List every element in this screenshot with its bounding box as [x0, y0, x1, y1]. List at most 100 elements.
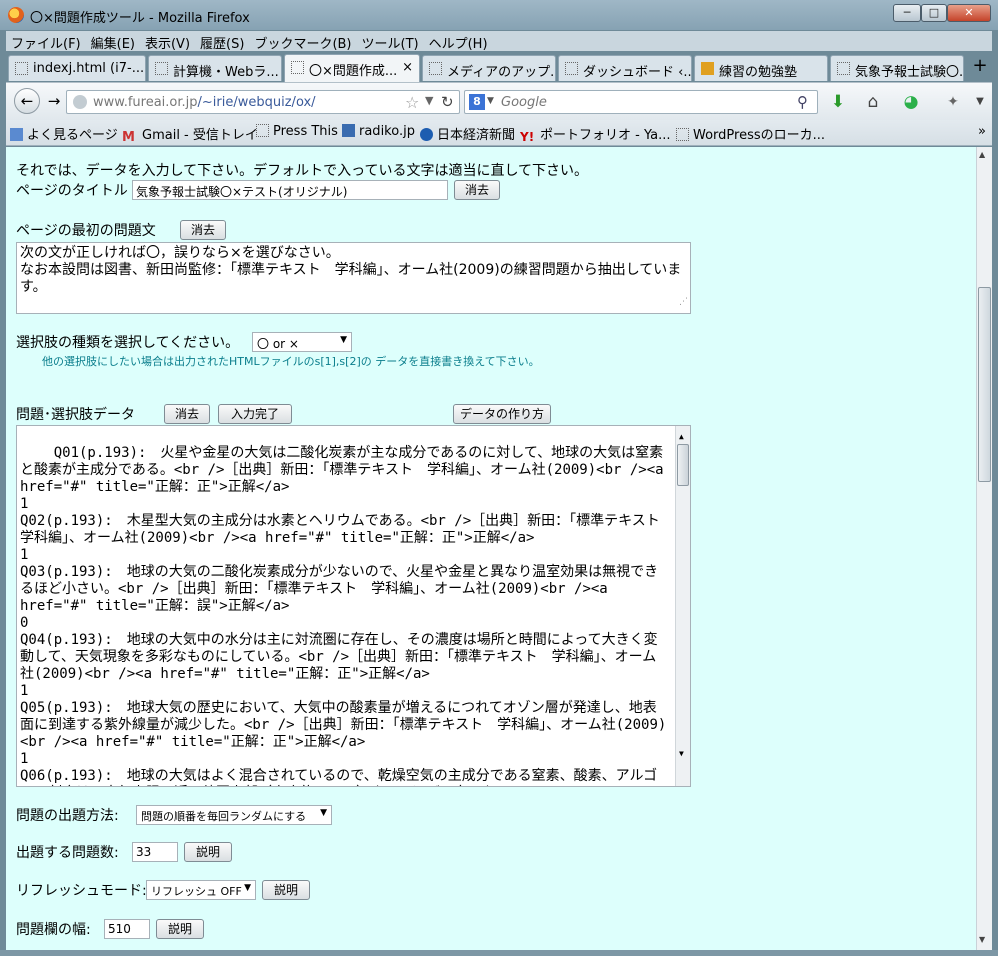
data-howto-button[interactable]: データの作り方 [453, 404, 551, 424]
url-host: www.fureai.or.jp [93, 95, 198, 110]
gmail-icon: M [122, 130, 135, 145]
bookmark-icon [10, 128, 23, 141]
page-icon [15, 62, 28, 75]
bookmark-wordpress[interactable]: WordPressのローカ... [676, 124, 825, 143]
page-icon [676, 128, 689, 141]
site-icon [701, 62, 714, 75]
bookmarks-bar: よく見るページ M Gmail - 受信トレイ Press This radiko… [6, 120, 992, 146]
menu-dropdown-icon[interactable]: ▼ [970, 92, 990, 112]
title-label: ページのタイトル [16, 183, 128, 199]
bookmark-nikkei[interactable]: 日本経済新聞 [420, 124, 515, 143]
refresh-label: リフレッシュモード: [16, 883, 147, 899]
addon-icon[interactable]: ◕ [901, 92, 921, 112]
page-icon [291, 61, 304, 74]
navigation-bar: ← → www.fureai.or.jp/~irie/webquiz/ox/ ☆… [6, 82, 992, 120]
tab-weather-exam[interactable]: 気象予報士試験〇... [830, 55, 964, 81]
clear-title-button[interactable]: 消去 [454, 180, 500, 200]
menu-edit[interactable]: 編集(E) [86, 31, 140, 54]
bookmarks-overflow-icon[interactable]: » [978, 124, 986, 139]
scroll-up-icon[interactable]: ▲ [979, 150, 985, 159]
first-question-label: ページの最初の問題文 [16, 223, 156, 239]
refresh-select[interactable]: リフレッシュ OFF ▼ [146, 880, 256, 900]
bookmark-portfolio[interactable]: Y! ポートフォリオ - Ya... [520, 124, 670, 144]
question-data-textarea[interactable]: Q01(p.193): 火星や金星の大気は二酸化炭素が主な成分であるのに対して、… [16, 425, 691, 787]
menu-history[interactable]: 履歴(S) [195, 31, 249, 54]
search-bar[interactable]: 8 ▼ Google ⚲ [464, 90, 818, 114]
page-icon [256, 124, 269, 137]
search-placeholder: Google [501, 95, 547, 110]
page-scrollbar[interactable]: ▲ ▼ [976, 147, 992, 950]
new-tab-button[interactable]: + [969, 55, 991, 80]
dropdown-icon[interactable]: ▼ [487, 96, 494, 106]
tab-calculator[interactable]: 計算機・Webラ... [148, 55, 282, 81]
bookmark-gmail[interactable]: M Gmail - 受信トレイ [122, 124, 258, 145]
tab-strip: indexj.html (i7-... 計算機・Webラ... 〇×問題作成..… [6, 53, 992, 82]
refresh-explain-button[interactable]: 説明 [262, 880, 310, 900]
page-scroll-thumb[interactable] [978, 287, 991, 482]
width-input[interactable]: 510 [104, 919, 150, 939]
title-input[interactable]: 気象予報士試験〇×テスト(オリジナル) [132, 180, 448, 200]
tab-ox-tool[interactable]: 〇×問題作成... × [284, 54, 420, 82]
choice-note: 他の選択肢にしたい場合は出力されたHTMLファイルのs[1],s[2]の データ… [42, 355, 540, 368]
minimize-button[interactable]: ─ [893, 4, 921, 22]
menu-tools[interactable]: ツール(T) [357, 31, 424, 54]
clear-data-button[interactable]: 消去 [164, 404, 210, 424]
textarea-scrollbar[interactable]: ▲ ▼ [675, 426, 690, 786]
input-done-button[interactable]: 入力完了 [218, 404, 292, 424]
globe-icon [73, 95, 87, 109]
width-explain-button[interactable]: 説明 [156, 919, 204, 939]
method-select[interactable]: 問題の順番を毎回ランダムにする ▼ [136, 805, 332, 825]
reload-icon[interactable]: ↻ [441, 93, 454, 111]
choice-type-label: 選択肢の種類を選択してください。 [16, 335, 240, 351]
forward-icon[interactable]: → [44, 91, 64, 111]
menu-view[interactable]: 表示(V) [140, 31, 195, 54]
chevron-down-icon: ▼ [244, 883, 251, 893]
dropdown-icon[interactable]: ▼ [425, 94, 433, 107]
data-label: 問題･選択肢データ [16, 407, 135, 423]
close-button[interactable]: ✕ [947, 4, 991, 22]
tab-media-upload[interactable]: メディアのアップ... [422, 55, 556, 81]
scroll-down-icon[interactable]: ▼ [979, 935, 985, 944]
menu-help[interactable]: ヘルプ(H) [424, 31, 493, 54]
url-bar[interactable]: www.fureai.or.jp/~irie/webquiz/ox/ ☆ ▼ ↻ [66, 90, 460, 114]
firefox-icon [8, 7, 24, 23]
scroll-down-icon[interactable]: ▼ [679, 745, 684, 762]
search-icon[interactable]: ⚲ [797, 93, 808, 111]
back-icon[interactable]: ← [14, 88, 40, 114]
star-icon[interactable]: ☆ [405, 93, 419, 112]
download-icon[interactable]: ⬇ [828, 92, 848, 112]
tab-indexj[interactable]: indexj.html (i7-... [8, 55, 146, 81]
maximize-button[interactable]: □ [921, 4, 947, 22]
extension-icon[interactable]: ✦ [943, 92, 963, 112]
bookmark-most-visited[interactable]: よく見るページ [10, 124, 118, 143]
bookmark-press-this[interactable]: Press This [256, 124, 338, 139]
clear-first-question-button[interactable]: 消去 [180, 220, 226, 240]
count-explain-button[interactable]: 説明 [184, 842, 232, 862]
home-icon[interactable]: ⌂ [863, 92, 883, 112]
chevron-down-icon: ▼ [340, 335, 347, 345]
menu-bookmarks[interactable]: ブックマーク(B) [249, 31, 356, 54]
first-question-textarea[interactable]: 次の文が正しければ〇，誤りなら×を選びなさい。 なお本設問は図書、新田尚監修：「… [16, 242, 691, 314]
bookmark-radiko[interactable]: radiko.jp [342, 124, 415, 139]
width-label: 問題欄の幅: [16, 922, 91, 938]
google-icon[interactable]: 8 [469, 94, 485, 110]
page-icon [565, 62, 578, 75]
resize-grip-icon[interactable]: ⋰ [679, 294, 688, 311]
close-tab-icon[interactable]: × [402, 60, 413, 75]
choice-type-select[interactable]: 〇 or × ▼ [252, 332, 352, 352]
scroll-up-icon[interactable]: ▲ [679, 428, 684, 445]
page-icon [837, 62, 850, 75]
page-icon [155, 62, 168, 75]
page-content: それでは、データを入力して下さい。デフォルトで入っている文字は適当に直して下さい… [6, 147, 976, 950]
nikkei-icon [420, 128, 433, 141]
chevron-down-icon: ▼ [320, 808, 327, 818]
textarea-scroll-thumb[interactable] [677, 444, 689, 486]
tab-study[interactable]: 練習の勉強塾 [694, 55, 828, 81]
radiko-icon [342, 124, 355, 137]
window-title: 〇×問題作成ツール - Mozilla Firefox [30, 11, 250, 26]
tab-dashboard[interactable]: ダッシュボード ‹... [558, 55, 692, 81]
count-label: 出題する問題数: [16, 845, 119, 861]
menu-file[interactable]: ファイル(F) [6, 31, 86, 54]
count-input[interactable]: 33 [132, 842, 178, 862]
yahoo-icon: Y! [520, 130, 535, 144]
